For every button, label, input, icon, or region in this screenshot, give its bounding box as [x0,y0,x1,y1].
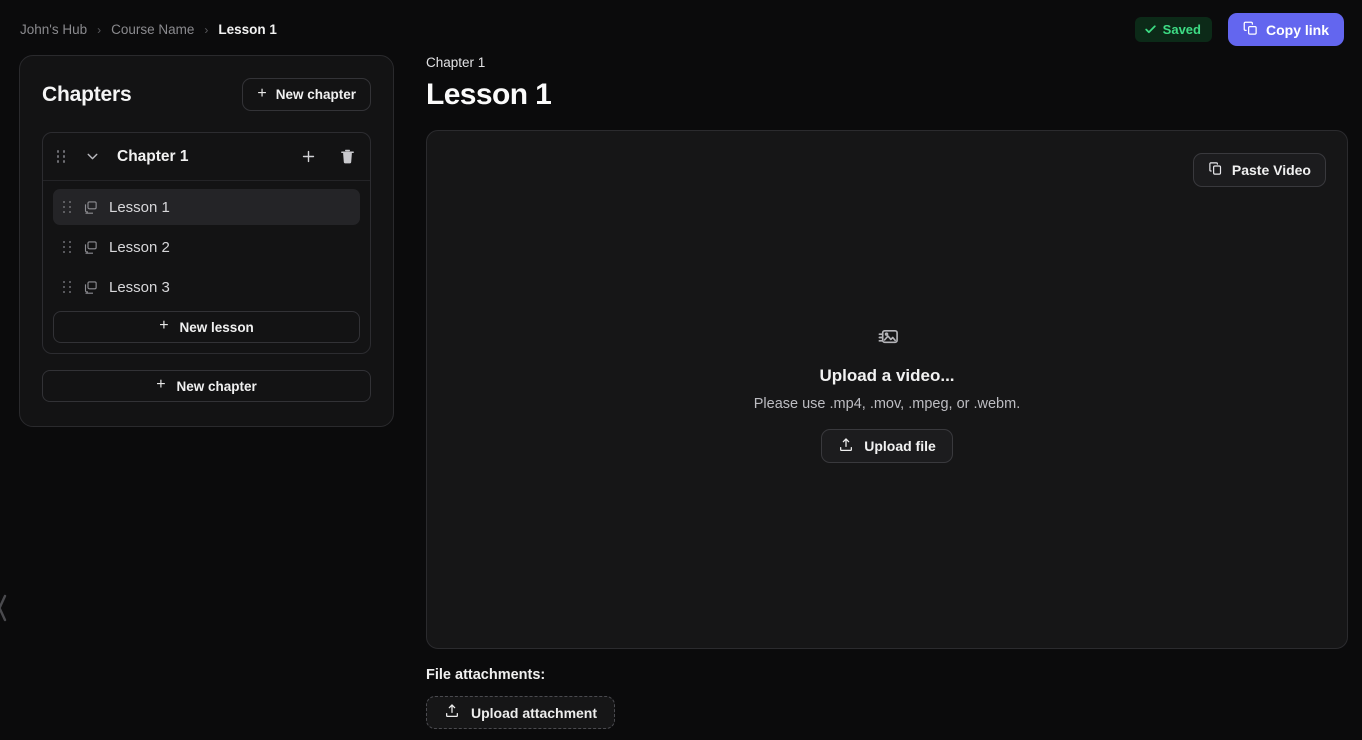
copy-icon [1243,21,1258,39]
chapters-panel: Chapters + New chapter Chapter 1 Lesson … [19,55,394,427]
dropzone-title: Upload a video... [819,366,955,385]
upload-file-button[interactable]: Upload file [821,429,953,463]
drag-handle-icon[interactable] [61,279,73,295]
collapse-handle-icon[interactable] [0,592,8,624]
new-chapter-top-button[interactable]: + New chapter [242,78,371,111]
plus-icon: + [257,84,267,102]
lesson-label: Lesson 3 [109,278,170,296]
new-chapter-top-label: New chapter [275,87,356,102]
chevron-down-icon[interactable] [84,148,101,165]
drag-handle-icon[interactable] [55,149,67,165]
status-badge-saved: Saved [1134,17,1212,42]
drag-handle-icon[interactable] [61,199,73,215]
check-icon [1144,23,1157,36]
lesson-list: Lesson 1 Lesson 2 Lesson 3 + New lesson [43,181,370,353]
lesson-row[interactable]: Lesson 3 [53,269,360,305]
film-image-icon [876,326,899,354]
breadcrumb: John's Hub › Course Name › Lesson 1 [16,22,277,37]
video-dropzone-panel[interactable]: Paste Video Upload a video... Please use… [426,130,1348,649]
top-bar: John's Hub › Course Name › Lesson 1 Save… [0,0,1362,59]
add-lesson-icon-button[interactable] [300,148,317,165]
gallery-icon [83,200,98,215]
copy-link-label: Copy link [1265,21,1329,38]
clipboard-copy-icon [1208,161,1223,179]
page-title: Chapters [42,82,132,106]
new-lesson-label: New lesson [179,319,254,335]
new-chapter-bottom-button[interactable]: + New chapter [42,370,371,402]
lesson-row[interactable]: Lesson 2 [53,229,360,265]
top-bar-actions: Saved Copy link [1134,13,1346,46]
paste-video-label: Paste Video [1231,162,1311,178]
lesson-label: Lesson 1 [109,198,170,216]
upload-icon [838,437,854,456]
upload-attachment-button[interactable]: Upload attachment [426,696,616,729]
dropzone-subtitle: Please use .mp4, .mov, .mpeg, or .webm. [753,396,1021,412]
lesson-row[interactable]: Lesson 1 [53,189,360,225]
status-badge-label: Saved [1162,22,1201,37]
file-attachments-label: File attachments: [426,667,546,683]
chapter-actions [300,148,356,165]
lesson-label: Lesson 2 [109,238,170,256]
lesson-eyebrow: Chapter 1 [426,55,486,70]
lesson-heading: Lesson 1 [426,78,552,111]
new-lesson-button[interactable]: + New lesson [53,311,360,343]
trash-icon-button[interactable] [339,148,356,165]
breadcrumb-item-hub[interactable]: John's Hub [20,22,87,37]
gallery-icon [83,240,98,255]
gallery-icon [83,280,98,295]
chapters-header: Chapters + New chapter [42,78,371,111]
breadcrumb-separator: › [204,22,209,37]
breadcrumb-item-course[interactable]: Course Name [111,22,194,37]
upload-file-label: Upload file [864,438,936,454]
lesson-editor: Chapter 1 Lesson 1 Paste Video Upload a … [426,55,1348,729]
breadcrumb-separator: › [97,22,102,37]
chapter-card: Chapter 1 Lesson 1 Lesson 2 Lesson 3 + N… [42,132,371,354]
upload-attachment-label: Upload attachment [471,704,598,721]
copy-link-button[interactable]: Copy link [1227,13,1344,46]
upload-icon [444,703,460,722]
chapter-title: Chapter 1 [117,147,189,165]
drag-handle-icon[interactable] [61,239,73,255]
paste-video-button[interactable]: Paste Video [1192,153,1326,187]
dropzone-content: Upload a video... Please use .mp4, .mov,… [427,326,1347,463]
plus-icon: + [159,317,169,334]
plus-icon: + [156,376,166,393]
chapter-header-row[interactable]: Chapter 1 [43,133,370,181]
breadcrumb-item-lesson: Lesson 1 [218,22,277,37]
new-chapter-bottom-label: New chapter [176,378,257,394]
